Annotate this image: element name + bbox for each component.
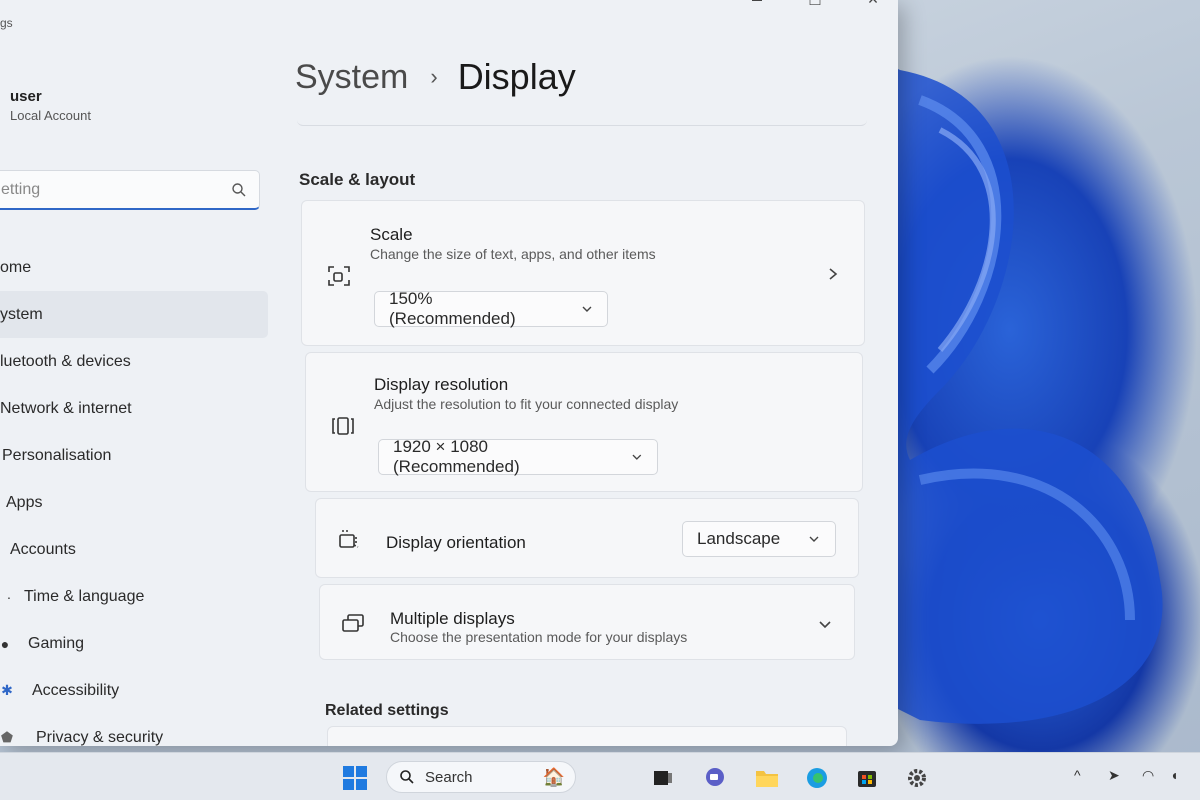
orientation-dropdown-value: Landscape (697, 529, 781, 548)
scale-dropdown[interactable]: 150% (Recommended) (374, 289, 608, 328)
store-icon (858, 771, 876, 787)
chevron-down-icon[interactable] (818, 617, 832, 631)
gear-icon (908, 769, 926, 787)
multiple-displays-description: Choose the presentation mode for your di… (390, 629, 688, 645)
orientation-card: Display orientation Landscape (315, 498, 859, 578)
chevron-down-icon (632, 454, 642, 460)
taskbar: Search 🏠 ^ ➤ ◠ ◖ (0, 752, 1200, 800)
file-explorer-button[interactable] (752, 763, 782, 793)
breadcrumb-chevron-icon: › (430, 64, 438, 89)
sidebar-item-system[interactable]: ystem (0, 291, 268, 338)
sidebar-nav: ome ystem luetooth & devices Network & i… (0, 244, 268, 746)
sidebar-item-label: Apps (6, 493, 43, 511)
related-settings-card[interactable] (327, 726, 847, 746)
orientation-dropdown[interactable]: Landscape (682, 521, 836, 557)
chat-icon (706, 768, 724, 786)
page-title: Display (457, 56, 576, 97)
wallpaper-bloom (880, 60, 1163, 724)
user-profile[interactable]: user Local Account (10, 88, 91, 123)
chevron-up-icon[interactable]: ^ (1074, 767, 1081, 783)
clock-icon: · (6, 588, 12, 605)
wifi-icon[interactable]: ◠ (1142, 767, 1154, 784)
task-view-button[interactable] (648, 763, 678, 793)
accessibility-icon: ✱ (1, 682, 13, 698)
sidebar-item-home[interactable]: ome (0, 244, 268, 291)
scale-dropdown-value: 150% (Recommended) (389, 289, 516, 328)
store-button[interactable] (852, 763, 882, 793)
settings-search[interactable] (0, 170, 260, 210)
sidebar-item-bluetooth[interactable]: luetooth & devices (0, 338, 268, 385)
resolution-icon (332, 417, 354, 435)
sidebar-item-accessibility[interactable]: ✱ Accessibility (0, 667, 268, 714)
multiple-displays-title: Multiple displays (390, 609, 515, 628)
sidebar-item-network[interactable]: Network & internet (0, 385, 268, 432)
resolution-description: Adjust the resolution to fit your connec… (374, 396, 679, 412)
scale-icon (328, 266, 350, 286)
taskbar-search-label: Search (425, 768, 473, 786)
shield-icon: ⬟ (0, 729, 14, 745)
sidebar-item-label: Privacy & security (36, 728, 164, 746)
sidebar-item-privacy[interactable]: ⬟ Privacy & security (0, 714, 268, 746)
scale-title: Scale (370, 225, 413, 244)
sidebar-item-label: ome (0, 258, 32, 276)
resolution-title: Display resolution (374, 375, 509, 394)
task-view-icon (654, 771, 672, 785)
breadcrumb-system[interactable]: System (295, 58, 408, 97)
volume-icon[interactable]: ◖ (1170, 767, 1178, 783)
search-highlight-icon: 🏠 (542, 766, 565, 787)
folder-icon (756, 771, 778, 787)
sidebar-item-label: Accessibility (32, 681, 120, 699)
user-account-type: Local Account (10, 108, 91, 123)
start-button[interactable] (340, 763, 370, 793)
sidebar-item-label: Time & language (24, 587, 145, 605)
multiple-displays-icon (342, 614, 364, 632)
sidebar-item-apps[interactable]: Apps (0, 479, 268, 526)
header-divider (297, 118, 867, 126)
sidebar-item-label: luetooth & devices (0, 352, 131, 370)
chevron-right-icon[interactable] (826, 267, 840, 281)
windows-logo-icon (343, 766, 367, 790)
resolution-dropdown[interactable]: 1920 × 1080 (Recommended) (378, 437, 658, 476)
sidebar-item-label: Personalisation (2, 446, 112, 464)
sidebar: user Local Account ome ystem luetooth & … (0, 0, 275, 746)
sidebar-item-label: Network & internet (0, 399, 132, 417)
settings-window: gs – □ × user Local Account ome ystem lu (0, 0, 898, 746)
settings-taskbar-button[interactable] (902, 763, 932, 793)
sidebar-item-personalisation[interactable]: Personalisation (0, 432, 268, 479)
chevron-down-icon (582, 306, 592, 312)
scale-card[interactable]: Scale Change the size of text, apps, and… (301, 200, 865, 346)
section-title-related-settings: Related settings (325, 702, 449, 719)
sidebar-item-label: Gaming (28, 634, 85, 652)
search-input[interactable] (1, 180, 231, 199)
orientation-icon (339, 530, 359, 548)
breadcrumb: System › Display (295, 56, 576, 98)
orientation-title: Display orientation (386, 533, 526, 552)
sidebar-item-time-language[interactable]: · Time & language (0, 573, 268, 620)
multiple-displays-card[interactable]: Multiple displays Choose the presentatio… (319, 584, 855, 660)
scale-description: Change the size of text, apps, and other… (370, 246, 656, 262)
user-name: user (10, 88, 42, 105)
teams-chat-button[interactable] (700, 763, 730, 793)
resolution-dropdown-value: 1920 × 1080 (Recommended) (393, 437, 520, 476)
search-icon (232, 182, 246, 196)
sidebar-item-label: Accounts (10, 540, 76, 558)
search-icon (400, 770, 414, 784)
sidebar-item-gaming[interactable]: ● Gaming (0, 620, 268, 667)
section-title-scale-layout: Scale & layout (299, 170, 416, 189)
sidebar-item-label: ystem (0, 305, 43, 323)
taskbar-search[interactable]: Search 🏠 (386, 761, 576, 793)
location-icon[interactable]: ➤ (1108, 767, 1120, 784)
sidebar-item-accounts[interactable]: Accounts (0, 526, 268, 573)
chevron-down-icon (809, 536, 819, 542)
gaming-icon: ● (0, 635, 10, 652)
edge-browser-button[interactable] (802, 763, 832, 793)
edge-icon (807, 768, 827, 788)
resolution-card: Display resolution Adjust the resolution… (305, 352, 863, 492)
main-content: System › Display Scale & layout Scale Ch… (295, 0, 875, 746)
